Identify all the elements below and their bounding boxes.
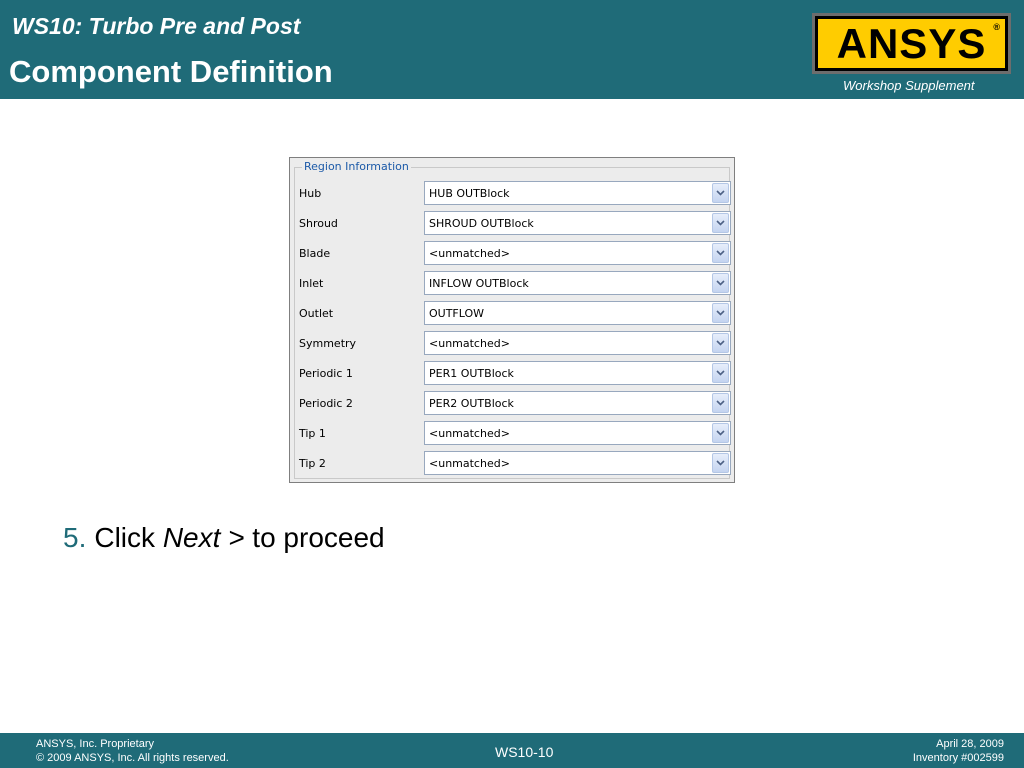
shroud-select[interactable]: SHROUD OUTBlock: [424, 211, 731, 235]
footer-proprietary: ANSYS, Inc. Proprietary: [36, 738, 154, 750]
step-text-before: Click: [94, 522, 163, 553]
ansys-logo: ANSYS ®: [812, 13, 1011, 74]
page-title: Component Definition: [9, 54, 333, 89]
workshop-supplement-label: Workshop Supplement: [843, 78, 975, 93]
select-value: OUTFLOW: [429, 307, 485, 320]
footer-inventory: Inventory #002599: [912, 752, 1004, 764]
header-bar: WS10: Turbo Pre and Post Component Defin…: [0, 0, 1024, 99]
select-value: SHROUD OUTBlock: [429, 217, 534, 230]
dropdown-button[interactable]: [712, 273, 729, 293]
region-label: Shroud: [299, 217, 338, 230]
region-row-outlet: Outlet OUTFLOW: [290, 301, 736, 325]
select-value: <unmatched>: [429, 247, 510, 260]
region-label: Periodic 1: [299, 367, 353, 380]
workshop-title: WS10: Turbo Pre and Post: [12, 13, 301, 39]
region-row-periodic-1: Periodic 1 PER1 OUTBlock: [290, 361, 736, 385]
logo-text: ANSYS: [836, 19, 987, 67]
tip-2-select[interactable]: <unmatched>: [424, 451, 731, 475]
select-value: PER1 OUTBlock: [429, 367, 514, 380]
dropdown-button[interactable]: [712, 363, 729, 383]
chevron-down-icon: [716, 310, 725, 316]
select-value: HUB OUTBlock: [429, 187, 510, 200]
periodic-2-select[interactable]: PER2 OUTBlock: [424, 391, 731, 415]
footer-copyright: © 2009 ANSYS, Inc. All rights reserved.: [36, 752, 229, 764]
region-label: Outlet: [299, 307, 334, 320]
region-information-panel: Region Information Hub HUB OUTBlock Shro…: [289, 157, 735, 483]
symmetry-select[interactable]: <unmatched>: [424, 331, 731, 355]
periodic-1-select[interactable]: PER1 OUTBlock: [424, 361, 731, 385]
select-value: <unmatched>: [429, 427, 510, 440]
region-label: Tip 2: [299, 457, 326, 470]
hub-select[interactable]: HUB OUTBlock: [424, 181, 731, 205]
region-row-hub: Hub HUB OUTBlock: [290, 181, 736, 205]
dropdown-button[interactable]: [712, 333, 729, 353]
region-row-symmetry: Symmetry <unmatched>: [290, 331, 736, 355]
tip-1-select[interactable]: <unmatched>: [424, 421, 731, 445]
chevron-down-icon: [716, 250, 725, 256]
footer-bar: ANSYS, Inc. Proprietary © 2009 ANSYS, In…: [0, 733, 1024, 768]
dropdown-button[interactable]: [712, 393, 729, 413]
region-label: Symmetry: [299, 337, 357, 350]
region-row-tip-2: Tip 2 <unmatched>: [290, 451, 736, 475]
region-label: Blade: [299, 247, 331, 260]
region-row-shroud: Shroud SHROUD OUTBlock: [290, 211, 736, 235]
dropdown-button[interactable]: [712, 183, 729, 203]
chevron-down-icon: [716, 280, 725, 286]
select-value: INFLOW OUTBlock: [429, 277, 529, 290]
chevron-down-icon: [716, 340, 725, 346]
group-title: Region Information: [302, 160, 411, 173]
step-number: 5.: [63, 522, 87, 553]
step-text-after: to proceed: [244, 522, 385, 553]
chevron-down-icon: [716, 220, 725, 226]
dropdown-button[interactable]: [712, 243, 729, 263]
chevron-down-icon: [716, 190, 725, 196]
chevron-down-icon: [716, 460, 725, 466]
inlet-select[interactable]: INFLOW OUTBlock: [424, 271, 731, 295]
region-label: Periodic 2: [299, 397, 353, 410]
outlet-select[interactable]: OUTFLOW: [424, 301, 731, 325]
chevron-down-icon: [716, 430, 725, 436]
footer-slide-number: WS10-10: [495, 744, 554, 760]
blade-select[interactable]: <unmatched>: [424, 241, 731, 265]
region-label: Inlet: [299, 277, 324, 290]
select-value: <unmatched>: [429, 337, 510, 350]
region-row-periodic-2: Periodic 2 PER2 OUTBlock: [290, 391, 736, 415]
region-label: Hub: [299, 187, 322, 200]
select-value: <unmatched>: [429, 457, 510, 470]
dropdown-button[interactable]: [712, 213, 729, 233]
dropdown-button[interactable]: [712, 423, 729, 443]
region-row-tip-1: Tip 1 <unmatched>: [290, 421, 736, 445]
region-label: Tip 1: [299, 427, 326, 440]
step-instruction: 5. Click Next > to proceed: [63, 522, 385, 554]
logo-registered-mark: ®: [993, 22, 1000, 32]
select-value: PER2 OUTBlock: [429, 397, 514, 410]
chevron-down-icon: [716, 370, 725, 376]
dropdown-button[interactable]: [712, 303, 729, 323]
region-row-blade: Blade <unmatched>: [290, 241, 736, 265]
dropdown-button[interactable]: [712, 453, 729, 473]
chevron-down-icon: [716, 400, 725, 406]
region-row-inlet: Inlet INFLOW OUTBlock: [290, 271, 736, 295]
step-emphasis: Next >: [162, 522, 245, 553]
footer-date: April 28, 2009: [936, 738, 1004, 750]
